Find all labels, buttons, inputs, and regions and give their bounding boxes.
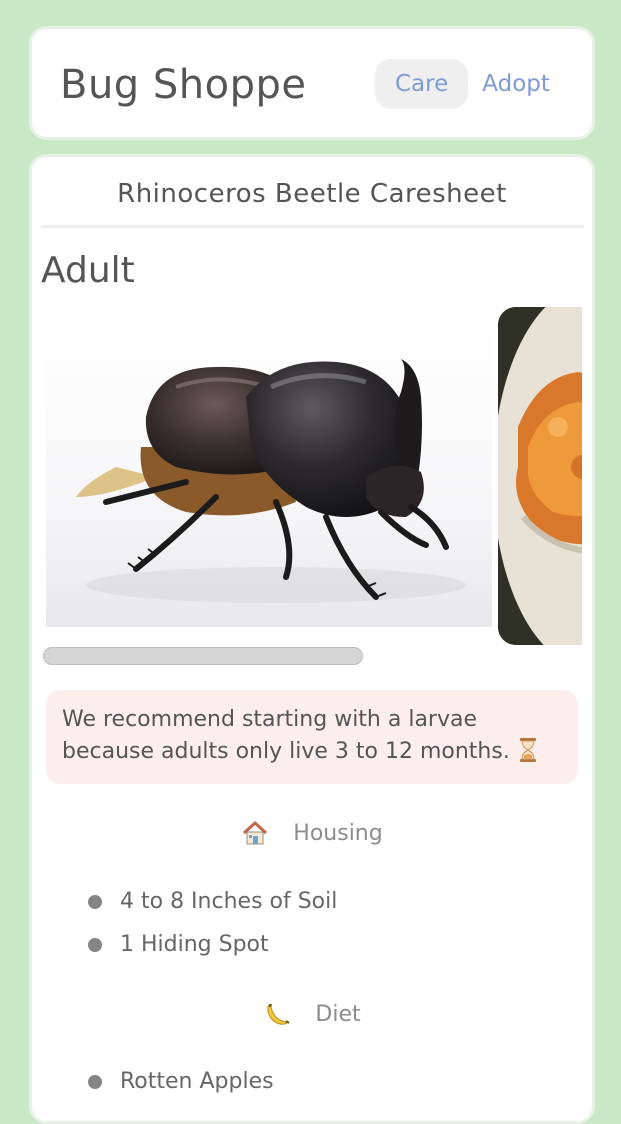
house-icon bbox=[243, 821, 268, 845]
site-header: Bug Shoppe Care Adopt bbox=[29, 26, 595, 140]
site-brand[interactable]: Bug Shoppe bbox=[60, 61, 307, 109]
diet-list: Rotten Apples bbox=[88, 1067, 274, 1110]
list-item: 4 to 8 Inches of Soil bbox=[88, 887, 337, 930]
housing-section-heading: Housing bbox=[32, 819, 592, 847]
image-gallery[interactable] bbox=[46, 307, 582, 647]
stage-heading: Adult bbox=[41, 250, 135, 291]
list-item: Rotten Apples bbox=[88, 1067, 274, 1110]
banana-icon bbox=[267, 1004, 290, 1025]
housing-list: 4 to 8 Inches of Soil 1 Hiding Spot bbox=[88, 887, 337, 973]
lifespan-notice: We recommend starting with a larvae beca… bbox=[46, 690, 578, 784]
housing-section-title: Housing bbox=[293, 820, 383, 846]
gallery-scrollbar[interactable] bbox=[43, 647, 363, 665]
rhinoceros-beetle-photo bbox=[46, 307, 492, 647]
beetle-jelly-food-photo bbox=[498, 307, 582, 645]
diet-section-title: Diet bbox=[315, 1001, 361, 1027]
list-item: 1 Hiding Spot bbox=[88, 930, 337, 973]
diet-section-heading: Diet bbox=[32, 1000, 592, 1028]
main-nav: Care Adopt bbox=[375, 59, 554, 109]
nav-care-link[interactable]: Care bbox=[375, 59, 469, 109]
notice-text: We recommend starting with a larvae beca… bbox=[62, 707, 510, 764]
caresheet-card: Rhinoceros Beetle Caresheet Adult We rec… bbox=[29, 154, 595, 1124]
title-divider bbox=[41, 225, 584, 228]
hourglass-icon bbox=[519, 738, 536, 762]
nav-adopt-link[interactable]: Adopt bbox=[478, 59, 554, 109]
caresheet-title: Rhinoceros Beetle Caresheet bbox=[117, 179, 507, 209]
